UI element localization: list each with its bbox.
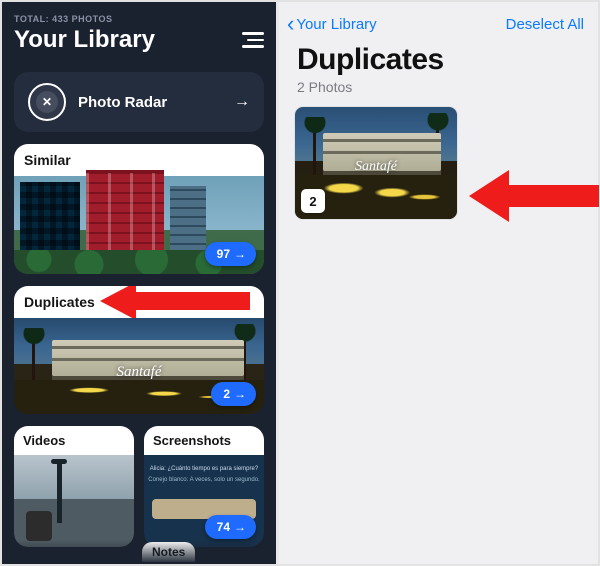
- duplicate-group-thumb[interactable]: Santafé 2: [295, 107, 457, 219]
- library-title: Your Library: [14, 26, 155, 54]
- photo-radar-left: ✕ Photo Radar: [28, 83, 167, 121]
- close-icon[interactable]: ✕: [36, 91, 58, 113]
- annotation-arrow-icon: [469, 168, 599, 229]
- card-similar[interactable]: Similar 97 →: [14, 144, 264, 274]
- bottom-card-row: Videos Screenshots Alicia: ¿Cuánto tiemp…: [14, 426, 264, 547]
- card-similar-count-pill[interactable]: 97 →: [205, 242, 256, 266]
- back-button[interactable]: ‹ Your Library: [287, 16, 377, 33]
- card-duplicates-count: 2: [223, 387, 230, 401]
- image-sign-text: Santafé: [355, 159, 397, 175]
- arrow-right-icon: →: [234, 247, 246, 261]
- card-videos-header: Videos: [14, 426, 134, 455]
- card-duplicates-image: Santafé 2 →: [14, 318, 264, 414]
- menu-icon[interactable]: [240, 32, 264, 48]
- deselect-all-button[interactable]: Deselect All: [506, 16, 584, 33]
- photo-radar-bar[interactable]: ✕ Photo Radar →: [14, 72, 264, 132]
- arrow-right-icon: →: [234, 520, 246, 534]
- card-videos-title: Videos: [23, 433, 65, 448]
- photo-radar-label: Photo Radar: [78, 94, 167, 111]
- card-videos-image: [14, 455, 134, 547]
- chevron-left-icon: ‹: [287, 16, 294, 31]
- image-sign-text: Santafé: [117, 364, 162, 381]
- arrow-right-icon: →: [234, 93, 250, 111]
- card-screenshots-header: Screenshots: [144, 426, 264, 455]
- card-similar-title: Similar: [24, 152, 71, 168]
- bottom-fade: [2, 540, 276, 564]
- card-duplicates[interactable]: Duplicates Santafé 2 →: [14, 286, 264, 414]
- nav-bar: ‹ Your Library Deselect All: [279, 2, 598, 39]
- card-duplicates-count-pill[interactable]: 2 →: [211, 382, 256, 406]
- total-photos-label: TOTAL: 433 PHOTOS: [14, 14, 264, 24]
- library-screen: TOTAL: 433 PHOTOS Your Library ✕ Photo R…: [2, 2, 276, 564]
- screenshot-caption-2: Conejo blanco: A veces, solo un segundo.: [144, 477, 264, 483]
- card-screenshots-title: Screenshots: [153, 433, 231, 448]
- duplicates-detail-screen: ‹ Your Library Deselect All Duplicates 2…: [276, 2, 598, 564]
- card-screenshots-count-pill[interactable]: 74 →: [205, 515, 256, 539]
- arrow-right-icon: →: [234, 387, 246, 401]
- card-screenshots-image: Alicia: ¿Cuánto tiempo es para siempre? …: [144, 455, 264, 547]
- duplicates-title-block: Duplicates 2 Photos: [279, 39, 598, 97]
- duplicate-count-badge: 2: [301, 189, 325, 213]
- photo-radar-close-circle[interactable]: ✕: [28, 83, 66, 121]
- library-header: Your Library: [14, 26, 264, 54]
- card-duplicates-title: Duplicates: [24, 294, 95, 310]
- duplicates-title: Duplicates: [297, 43, 580, 77]
- card-duplicates-header: Duplicates: [14, 286, 264, 318]
- card-similar-image: 97 →: [14, 176, 264, 274]
- screenshot-caption-1: Alicia: ¿Cuánto tiempo es para siempre?: [144, 466, 264, 472]
- card-screenshots-count: 74: [217, 520, 230, 534]
- card-videos[interactable]: Videos: [14, 426, 134, 547]
- card-screenshots[interactable]: Screenshots Alicia: ¿Cuánto tiempo es pa…: [144, 426, 264, 547]
- card-similar-count: 97: [217, 247, 230, 261]
- back-label: Your Library: [296, 16, 376, 33]
- duplicates-subtitle: 2 Photos: [297, 79, 580, 95]
